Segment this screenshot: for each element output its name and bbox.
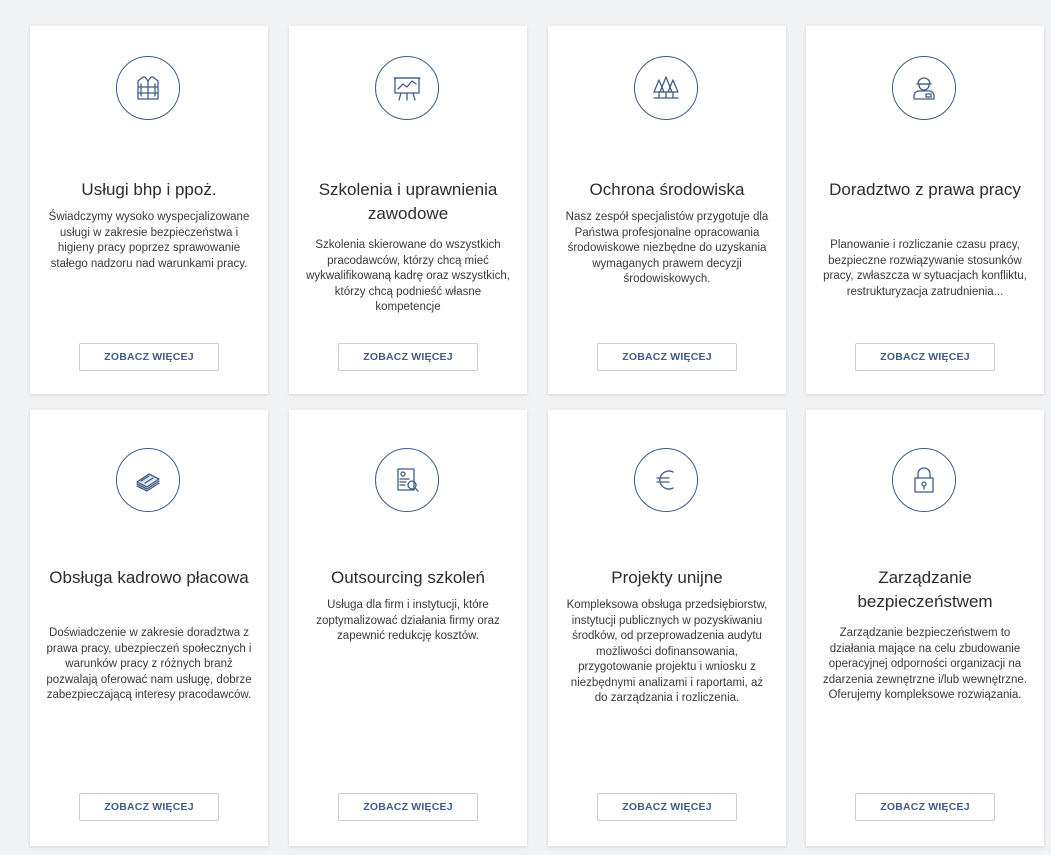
service-card-security-management: Zarządzanie bezpieczeństwem Zarządzanie …	[806, 410, 1044, 846]
service-card-outsourcing: Outsourcing szkoleń Usługa dla firm i in…	[289, 410, 527, 846]
card-description: Planowanie i rozliczanie czasu pracy, be…	[823, 239, 1027, 298]
service-card-bhp: Usługi bhp i ppoż. Świadczymy wysoko wys…	[30, 26, 268, 394]
card-title: Outsourcing szkoleń	[330, 568, 486, 587]
trees-icon	[634, 56, 698, 120]
card-description: Doświadczenie w zakresie doradztwa z pra…	[46, 627, 252, 701]
card-title: Szkolenia i uprawnienia zawodowe	[318, 180, 498, 223]
card-description: Usługa dla firm i instytucji, które zopt…	[316, 599, 500, 642]
see-more-button[interactable]: ZOBACZ WIĘCEJ	[79, 793, 219, 821]
service-card-environment: Ochrona środowiska Nasz zespół specjalis…	[548, 26, 786, 394]
vest-icon	[116, 56, 180, 120]
card-description: Zarządzanie bezpieczeństwem to działania…	[823, 627, 1027, 701]
service-card-payroll: Obsługa kadrowo płacowa Doświadczenie w …	[30, 410, 268, 846]
service-card-labor-law: Doradztwo z prawa pracy Planowanie i roz…	[806, 26, 1044, 394]
card-description: Nasz zespół specjalistów przygotuje dla …	[565, 211, 769, 285]
see-more-button[interactable]: ZOBACZ WIĘCEJ	[855, 793, 995, 821]
card-description: Świadczymy wysoko wyspecjalizowane usług…	[48, 211, 250, 270]
card-title: Projekty unijne	[611, 568, 723, 587]
see-more-button[interactable]: ZOBACZ WIĘCEJ	[597, 343, 737, 371]
card-title: Obsługa kadrowo płacowa	[49, 568, 249, 587]
presentation-board-icon	[375, 56, 439, 120]
see-more-button[interactable]: ZOBACZ WIĘCEJ	[855, 343, 995, 371]
money-stack-icon	[116, 448, 180, 512]
card-title: Zarządzanie bezpieczeństwem	[857, 568, 993, 611]
service-card-trainings: Szkolenia i uprawnienia zawodowe Szkolen…	[289, 26, 527, 394]
card-title: Doradztwo z prawa pracy	[829, 180, 1021, 199]
card-title: Usługi bhp i ppoż.	[81, 180, 217, 199]
service-card-eu-projects: Projekty unijne Kompleksowa obsługa prze…	[548, 410, 786, 846]
card-description: Kompleksowa obsługa przedsiębiorstw, ins…	[566, 599, 768, 704]
see-more-button[interactable]: ZOBACZ WIĘCEJ	[79, 343, 219, 371]
document-search-icon	[375, 448, 439, 512]
card-title: Ochrona środowiska	[589, 180, 745, 199]
see-more-button[interactable]: ZOBACZ WIĘCEJ	[597, 793, 737, 821]
worker-icon	[892, 56, 956, 120]
see-more-button[interactable]: ZOBACZ WIĘCEJ	[338, 793, 478, 821]
see-more-button[interactable]: ZOBACZ WIĘCEJ	[338, 343, 478, 371]
card-description: Szkolenia skierowane do wszystkich praco…	[306, 239, 510, 313]
padlock-icon	[892, 448, 956, 512]
euro-icon	[634, 448, 698, 512]
